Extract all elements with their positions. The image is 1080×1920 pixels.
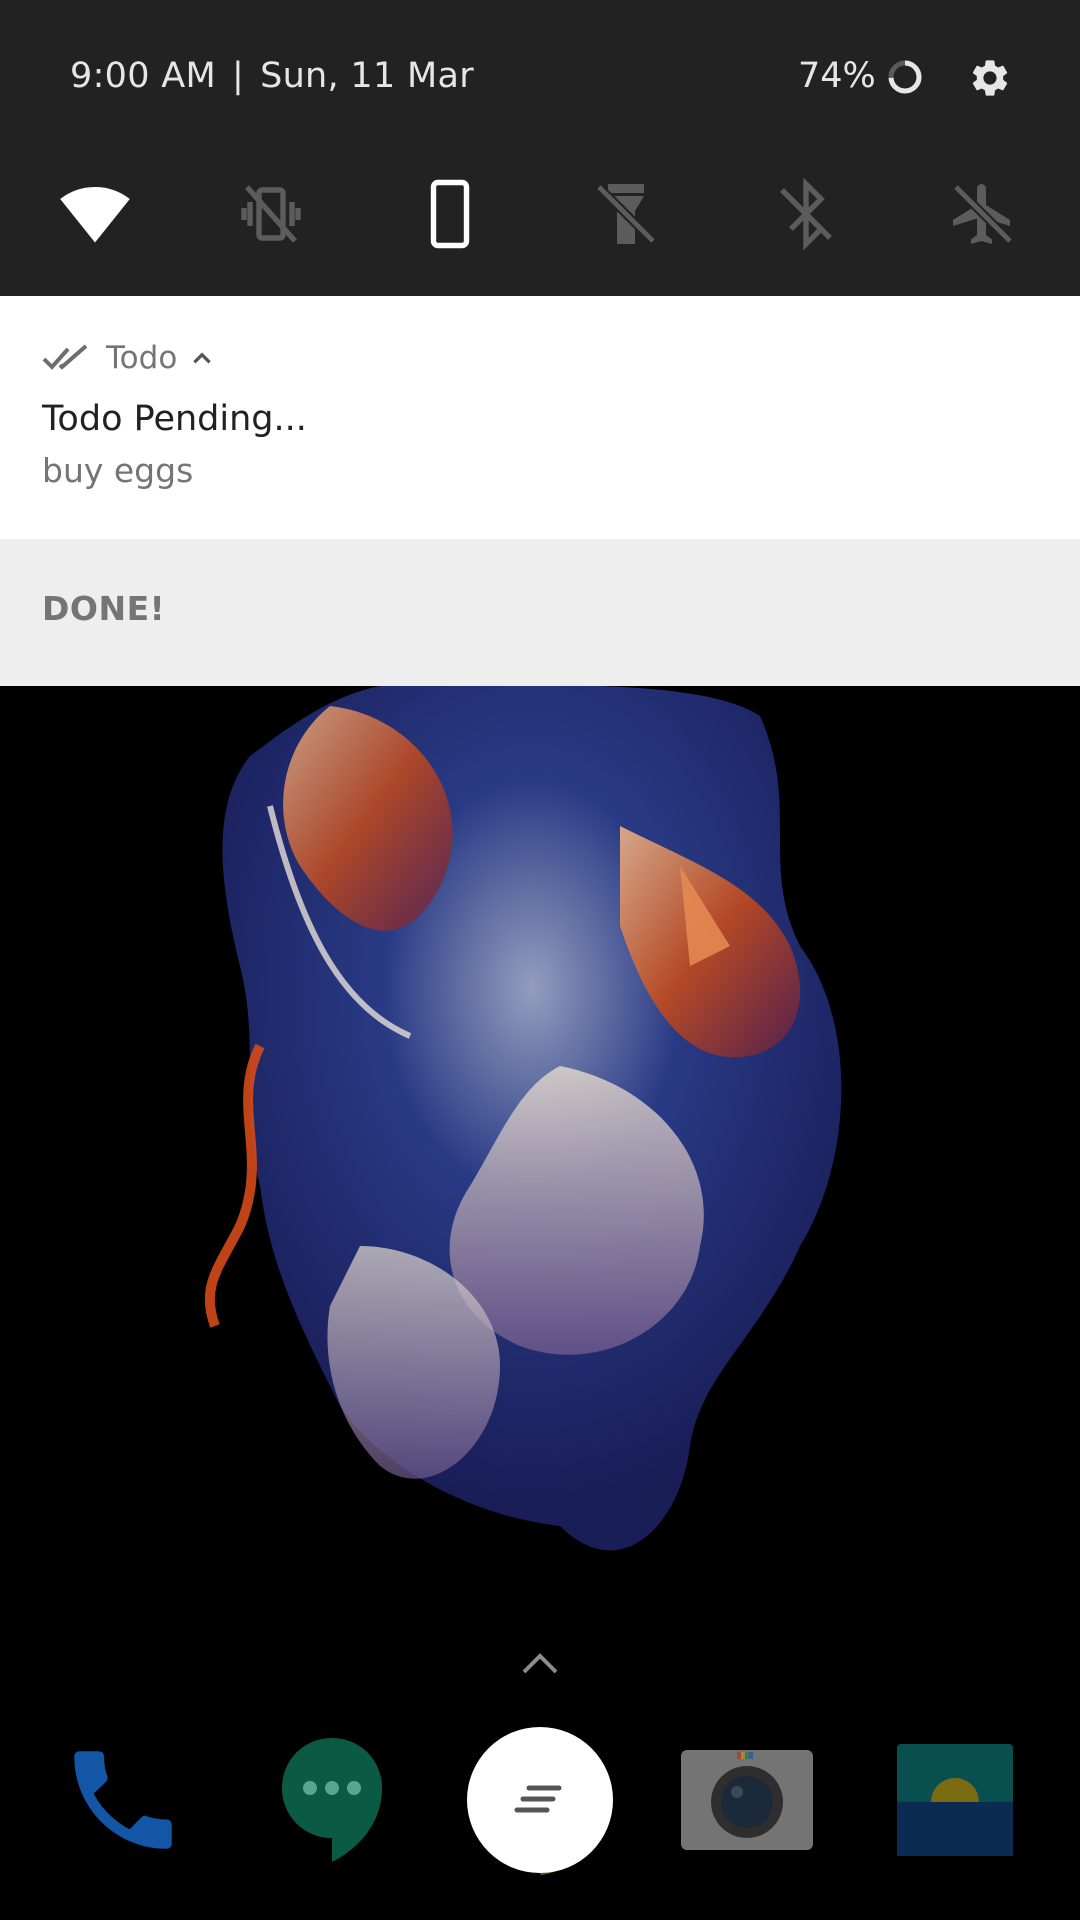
bluetooth-tile[interactable] <box>768 176 844 252</box>
phone-screen: 9:00 AM | Sun, 11 Mar 74% Todo Todo Pend… <box>0 0 1080 1920</box>
date-text: Sun, 11 Mar <box>260 56 474 96</box>
hangouts-app[interactable] <box>257 1720 407 1880</box>
todo-notification[interactable]: Todo Todo Pending... buy eggs <box>0 296 1080 539</box>
airplane-mode-off-icon <box>952 183 1014 245</box>
settings-gear-icon[interactable] <box>968 56 1012 100</box>
phone-icon <box>74 1751 172 1849</box>
phone-app[interactable] <box>48 1720 198 1880</box>
notification-app-name: Todo <box>106 340 178 376</box>
airplane-tile[interactable] <box>945 176 1021 252</box>
notification-title: Todo Pending... <box>42 399 307 439</box>
notification-header: Todo <box>42 338 215 378</box>
google-search-icon <box>467 1727 613 1875</box>
time-text: 9:00 AM <box>70 56 216 96</box>
vibrate-off-icon <box>241 185 301 243</box>
notification-text: buy eggs <box>42 451 194 490</box>
dock <box>0 1720 1080 1880</box>
camera-app[interactable] <box>672 1720 822 1880</box>
battery-percentage: 74% <box>798 56 876 96</box>
separator: | <box>231 56 245 96</box>
hangouts-icon <box>282 1738 382 1862</box>
flashlight-off-icon <box>595 183 657 245</box>
chevron-up-icon[interactable] <box>189 345 215 371</box>
double-check-icon <box>42 344 88 370</box>
bluetooth-off-icon <box>780 178 832 250</box>
wifi-icon <box>60 187 130 243</box>
notification-actions: DONE! <box>0 539 1080 686</box>
date-time[interactable]: 9:00 AM | Sun, 11 Mar <box>70 56 474 96</box>
done-button[interactable]: DONE! <box>42 589 165 628</box>
camera-icon <box>681 1750 813 1850</box>
gallery-icon <box>897 1744 1013 1856</box>
vibrate-tile[interactable] <box>233 176 309 252</box>
portrait-lock-icon <box>430 179 470 249</box>
portrait-tile[interactable] <box>412 176 488 252</box>
google-search-app[interactable] <box>465 1720 615 1880</box>
wifi-tile[interactable] <box>57 176 133 252</box>
status-row: 9:00 AM | Sun, 11 Mar 74% <box>0 0 1080 156</box>
flashlight-tile[interactable] <box>588 176 664 252</box>
battery-ring-icon[interactable] <box>887 59 923 95</box>
app-drawer-chevron-icon[interactable] <box>518 1646 562 1680</box>
quick-settings-panel: 9:00 AM | Sun, 11 Mar 74% <box>0 0 1080 296</box>
quick-tiles-row <box>0 176 1080 252</box>
gallery-app[interactable] <box>880 1720 1030 1880</box>
